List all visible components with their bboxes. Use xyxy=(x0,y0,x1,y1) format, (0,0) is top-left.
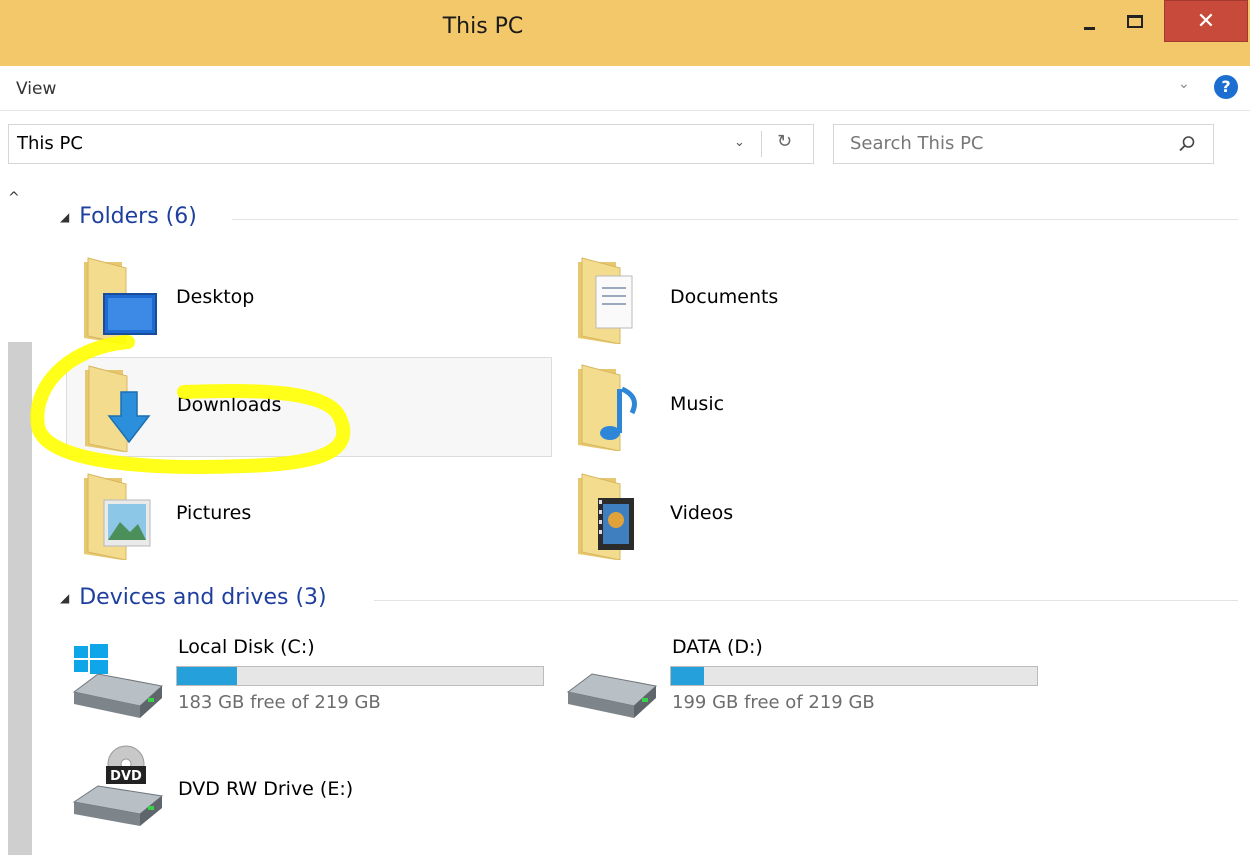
folders-section-header[interactable]: ◢ Folders (6) xyxy=(60,204,197,229)
collapse-triangle-icon[interactable]: ◢ xyxy=(60,210,69,224)
address-separator xyxy=(761,131,762,157)
drive-name: Local Disk (C:) xyxy=(178,636,315,658)
title-bar: This PC ✕ xyxy=(0,0,1250,66)
search-icon[interactable] xyxy=(1178,135,1196,153)
videos-folder-icon xyxy=(578,473,634,560)
folder-label: Videos xyxy=(670,502,734,524)
folder-label: Documents xyxy=(670,286,779,308)
scrollbar-thumb[interactable] xyxy=(8,342,32,855)
section-divider xyxy=(232,219,1238,220)
minimize-button[interactable] xyxy=(1066,0,1112,42)
folder-item-desktop[interactable]: Desktop xyxy=(66,250,552,350)
folders-section-title: Folders (6) xyxy=(79,204,197,229)
folder-label: Desktop xyxy=(176,286,255,308)
drive-usage-fill xyxy=(671,667,705,685)
svg-text:DVD: DVD xyxy=(110,769,142,784)
folder-item-documents[interactable]: Documents xyxy=(560,250,1046,350)
hard-drive-icon xyxy=(566,673,658,718)
drive-free-space: 199 GB free of 219 GB xyxy=(672,692,875,713)
ribbon-tab-view[interactable]: View xyxy=(16,79,56,99)
window-title: This PC xyxy=(442,14,524,39)
folder-item-videos[interactable]: Videos xyxy=(560,466,1046,566)
downloads-folder-icon xyxy=(85,365,151,452)
folder-item-pictures[interactable]: Pictures xyxy=(66,466,552,566)
scroll-up-icon[interactable]: ^ xyxy=(8,190,20,206)
minimize-icon xyxy=(1083,26,1095,30)
close-button[interactable]: ✕ xyxy=(1164,0,1248,42)
drive-name: DATA (D:) xyxy=(672,636,763,658)
drive-item-d[interactable]: DATA (D:) 199 GB free of 219 GB xyxy=(562,636,1052,736)
drive-free-space: 183 GB free of 219 GB xyxy=(178,692,381,713)
folder-label: Music xyxy=(670,393,725,415)
help-icon[interactable]: ? xyxy=(1214,75,1238,99)
windows-drive-icon xyxy=(72,644,164,718)
expand-ribbon-button[interactable]: ⌄ xyxy=(1178,76,1190,92)
folder-label: Pictures xyxy=(176,502,252,524)
devices-section-header[interactable]: ◢ Devices and drives (3) xyxy=(60,585,327,610)
section-divider xyxy=(374,600,1238,601)
search-box[interactable]: Search This PC xyxy=(833,124,1214,164)
refresh-button[interactable]: ↻ xyxy=(777,131,792,152)
chevron-down-icon: ⌄ xyxy=(734,135,745,150)
address-history-dropdown[interactable]: ⌄ xyxy=(734,135,745,150)
drive-item-e[interactable]: DVD DVD RW Drive (E:) xyxy=(68,740,558,840)
folder-label: Downloads xyxy=(177,394,282,416)
close-icon: ✕ xyxy=(1196,8,1216,34)
ribbon: View ⌄ ? xyxy=(0,66,1250,111)
maximize-icon xyxy=(1127,14,1143,28)
search-input[interactable]: Search This PC xyxy=(850,133,984,154)
drive-usage-fill xyxy=(177,667,238,685)
drive-usage-bar xyxy=(670,666,1038,686)
address-bar[interactable]: This PC ⌄ ↻ xyxy=(8,124,814,164)
dvd-drive-icon: DVD xyxy=(72,745,164,826)
maximize-button[interactable] xyxy=(1112,0,1158,42)
collapse-triangle-icon[interactable]: ◢ xyxy=(60,591,69,605)
music-folder-icon xyxy=(578,364,637,451)
folder-item-downloads[interactable]: Downloads xyxy=(66,357,552,457)
drive-item-c[interactable]: Local Disk (C:) 183 GB free of 219 GB xyxy=(68,636,558,736)
documents-folder-icon xyxy=(578,257,633,344)
address-path[interactable]: This PC xyxy=(17,133,83,154)
drive-name: DVD RW Drive (E:) xyxy=(178,778,354,800)
drive-usage-bar xyxy=(176,666,544,686)
navigation-pane-scrollbar[interactable]: ^ xyxy=(0,182,32,855)
refresh-icon: ↻ xyxy=(777,131,793,152)
desktop-folder-icon xyxy=(84,257,157,344)
folder-item-music[interactable]: Music xyxy=(560,357,1046,457)
pictures-folder-icon xyxy=(84,473,151,560)
devices-section-title: Devices and drives (3) xyxy=(79,585,327,610)
chevron-down-icon: ⌄ xyxy=(1178,76,1190,92)
